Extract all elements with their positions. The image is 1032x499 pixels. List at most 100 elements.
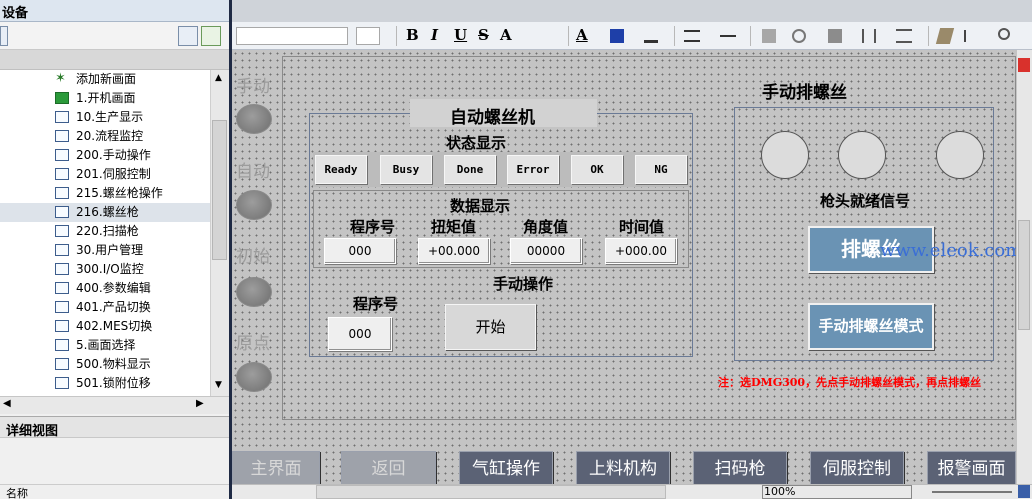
order-icon[interactable] — [964, 30, 978, 42]
nav-button[interactable]: 伺服控制 — [810, 451, 904, 486]
tree-item[interactable]: 400.参数编辑 — [0, 279, 210, 298]
manual-indicator[interactable] — [236, 104, 272, 134]
tree-item-label: 220.扫描枪 — [76, 224, 139, 238]
tree-item[interactable]: 20.流程监控 — [0, 127, 210, 146]
screen-icon — [55, 244, 69, 256]
italic-button[interactable]: I — [431, 26, 438, 44]
scroll-right-icon[interactable]: ▶ — [196, 398, 204, 409]
screen-icon — [55, 149, 69, 161]
tree-item[interactable]: 216.螺丝枪 — [0, 203, 210, 222]
canvas-horizontal-scrollbar[interactable] — [316, 485, 666, 499]
tree-item-label: 300.I/O监控 — [76, 262, 144, 276]
nav-button[interactable]: 气缸操作 — [459, 451, 553, 486]
spacing-icon[interactable] — [896, 29, 912, 43]
ready-signal-label: 枪头就绪信号 — [820, 192, 911, 210]
tree-scroll-thumb[interactable] — [212, 120, 227, 260]
zoom-icon[interactable] — [998, 28, 1010, 40]
main-title: 自动螺丝机 — [450, 108, 535, 128]
scroll-left-icon[interactable]: ◀ — [3, 398, 11, 409]
list-view-icon[interactable] — [178, 26, 198, 46]
screen-icon — [55, 130, 69, 142]
status-button-ready[interactable]: Ready — [315, 155, 367, 184]
tree-item[interactable]: 10.生产显示 — [0, 108, 210, 127]
time-value: +000.00 — [605, 238, 677, 264]
fill-color-icon[interactable] — [610, 29, 624, 43]
manual-mode-button[interactable]: 手动排螺丝模式 — [808, 303, 934, 350]
init-indicator[interactable] — [236, 277, 272, 307]
nav-button[interactable]: 扫码枪 — [693, 451, 787, 486]
project-tree-panel: 设备 ✶ 添加新画面 1.开机画面 10.生产显示 20.流程监控 200.手动操作 201… — [0, 0, 229, 499]
bold-button[interactable]: B — [406, 26, 419, 44]
scroll-up-icon[interactable]: ▲ — [215, 73, 222, 83]
tree-item-label: 501.锁附位移 — [76, 376, 151, 390]
line-color-icon[interactable] — [644, 29, 658, 43]
panel-header: 设备 — [0, 0, 229, 22]
tree-item[interactable]: 200.手动操作 — [0, 146, 210, 165]
tree-item-label: 添加新画面 — [76, 72, 137, 86]
underline-button[interactable]: U — [454, 26, 467, 44]
status-button-ng[interactable]: NG — [635, 155, 687, 184]
tree-item[interactable]: 300.I/O监控 — [0, 260, 210, 279]
program-input[interactable]: 000 — [328, 317, 392, 351]
origin-indicator[interactable] — [236, 362, 272, 392]
rotate-icon[interactable] — [792, 29, 806, 43]
torque-value: +00.000 — [418, 238, 490, 264]
canvas-vertical-scrollbar[interactable] — [1016, 50, 1032, 484]
status-row — [313, 152, 689, 187]
tree-item[interactable]: 220.扫描枪 — [0, 222, 210, 241]
font-color-button[interactable]: A — [576, 26, 588, 44]
font-grow-button[interactable]: A — [500, 26, 512, 44]
font-family-select[interactable] — [236, 27, 348, 45]
zoom-select[interactable] — [762, 485, 912, 499]
name-column-label: 名称 — [6, 487, 28, 499]
tree-item-label: 1.开机画面 — [76, 91, 136, 105]
tree-item[interactable]: 401.产品切换 — [0, 298, 210, 317]
screen-icon — [55, 225, 69, 237]
tree-item[interactable]: 500.物料显示 — [0, 355, 210, 374]
auto-indicator[interactable] — [236, 190, 272, 220]
watermark-text: www.eleok.com — [880, 240, 1023, 261]
screen-icon — [55, 301, 69, 313]
nav-button[interactable]: 主界面 — [232, 451, 320, 486]
scroll-down-icon[interactable]: ▼ — [215, 380, 222, 390]
format-painter-icon[interactable] — [935, 28, 955, 44]
tree-item-label: 500.物料显示 — [76, 357, 151, 371]
program-value: 000 — [324, 238, 396, 264]
nav-button[interactable]: 返回 — [341, 451, 436, 486]
tree-column-header — [0, 50, 229, 70]
tree-item[interactable]: 201.伺服控制 — [0, 165, 210, 184]
tree-item[interactable]: 1.开机画面 — [0, 89, 210, 108]
tree-item[interactable]: 215.螺丝枪操作 — [0, 184, 210, 203]
status-button-ok[interactable]: OK — [571, 155, 623, 184]
tree-item[interactable]: 5.画面选择 — [0, 336, 210, 355]
distribute-icon[interactable] — [828, 29, 842, 43]
nav-button[interactable]: 报警画面 — [927, 451, 1016, 486]
font-size-select[interactable] — [356, 27, 380, 45]
align-icon[interactable] — [762, 29, 776, 43]
start-button[interactable]: 开始 — [445, 304, 536, 350]
data-title: 数据显示 — [450, 197, 511, 215]
export-icon[interactable] — [201, 26, 221, 46]
canvas-scroll-thumb[interactable] — [1018, 220, 1030, 330]
zoom-slider[interactable] — [932, 491, 1012, 493]
detail-view-title: 详细视图 — [6, 424, 59, 439]
line-width-icon[interactable] — [684, 30, 700, 42]
detail-view-header[interactable]: 详细视图 — [0, 416, 229, 439]
tree-horizontal-scrollbar[interactable]: ◀ ▶ — [0, 396, 229, 414]
tree-item[interactable]: 501.锁附位移 — [0, 374, 210, 393]
tree-item-label: 215.螺丝枪操作 — [76, 186, 163, 200]
status-button-done[interactable]: Done — [444, 155, 496, 184]
strikethrough-button[interactable]: S — [478, 26, 489, 44]
screen-icon — [55, 282, 69, 294]
screen-icon — [55, 320, 69, 332]
line-style-icon[interactable] — [720, 35, 736, 37]
tree-item[interactable]: ✶ 添加新画面 — [0, 70, 210, 89]
status-button-busy[interactable]: Busy — [380, 155, 432, 184]
fit-icon[interactable] — [1018, 485, 1030, 498]
tree-item[interactable]: 30.用户管理 — [0, 241, 210, 260]
size-icon[interactable] — [862, 29, 876, 43]
tree-item[interactable]: 402.MES切换 — [0, 317, 210, 336]
nav-button[interactable]: 上料机构 — [576, 451, 670, 486]
status-button-error[interactable]: Error — [507, 155, 559, 184]
overflow-icon[interactable] — [0, 26, 8, 46]
